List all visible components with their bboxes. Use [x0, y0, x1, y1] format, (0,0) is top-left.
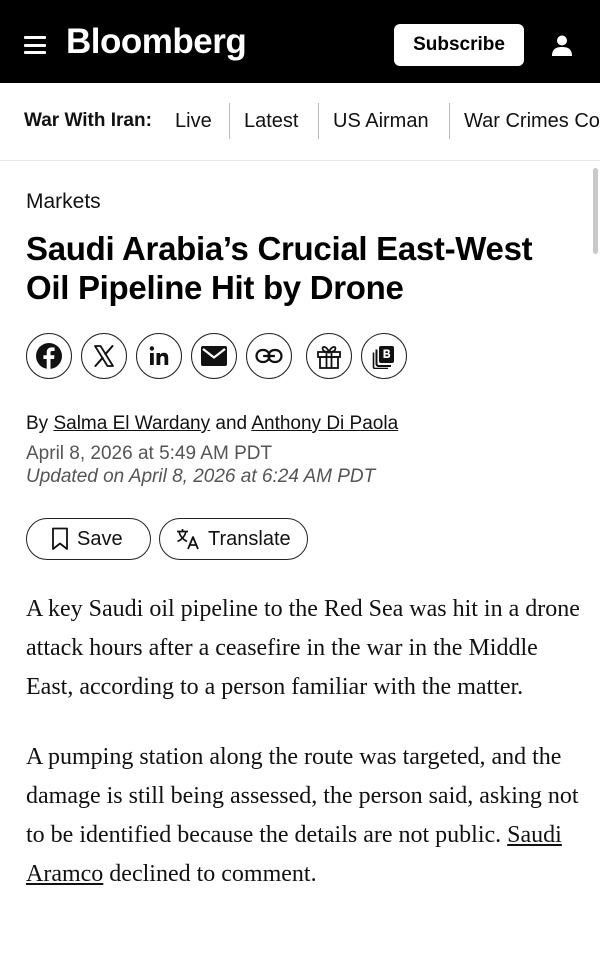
byline-joiner: and — [215, 413, 248, 434]
bookmark-icon — [51, 527, 69, 551]
hamburger-menu-icon[interactable] — [24, 36, 46, 54]
terminal-button[interactable] — [361, 333, 407, 379]
gift-icon — [317, 345, 341, 369]
facebook-icon — [36, 343, 62, 369]
article-body: A key Saudi oil pipeline to the Red Sea … — [26, 590, 586, 925]
bloomberg-terminal-icon — [372, 346, 394, 369]
byline-prefix: By — [26, 413, 49, 434]
author-link-salma-el-wardany[interactable]: Salma El Wardany — [53, 413, 210, 434]
user-icon[interactable] — [550, 33, 574, 57]
topic-nav-divider — [229, 103, 230, 139]
topic-nav-divider — [449, 103, 450, 139]
email-share-button[interactable] — [191, 333, 237, 379]
author-link-anthony-di-paola[interactable]: Anthony Di Paola — [251, 413, 398, 434]
save-label: Save — [77, 527, 123, 550]
top-header: Bloomberg Subscribe — [0, 0, 600, 83]
linkedin-share-button[interactable] — [136, 333, 182, 379]
publish-date: April 8, 2026 at 5:49 AM PDT — [26, 443, 273, 464]
bloomberg-logo[interactable]: Bloomberg — [66, 22, 247, 62]
topic-nav-divider — [318, 103, 319, 139]
save-button[interactable]: Save — [26, 518, 151, 560]
article-headline: Saudi Arabia’s Crucial East-West Oil Pip… — [26, 230, 533, 306]
x-icon — [94, 345, 114, 367]
topic-nav-item-latest[interactable]: Latest — [244, 110, 298, 133]
subscribe-button[interactable]: Subscribe — [394, 24, 524, 66]
byline: By Salma El Wardany and Anthony Di Paola — [26, 413, 398, 435]
copy-link-button[interactable] — [246, 333, 292, 379]
link-icon — [255, 348, 283, 364]
x-share-button[interactable] — [81, 333, 127, 379]
topic-nav-title: War With Iran: — [24, 110, 152, 131]
section-label[interactable]: Markets — [26, 190, 101, 214]
updated-date: Updated on April 8, 2026 at 6:24 AM PDT — [26, 466, 376, 487]
gift-article-button[interactable] — [306, 333, 352, 379]
article-paragraph: A key Saudi oil pipeline to the Red Sea … — [26, 596, 580, 700]
article-paragraph: A pumping station along the route was ta… — [26, 738, 586, 894]
topic-nav-bar: War With Iran: Live Latest US Airman War… — [0, 83, 600, 161]
paragraph-text: A pumping station along the route was ta… — [26, 744, 579, 848]
page-scrollbar[interactable] — [593, 168, 598, 254]
translate-label: Translate — [208, 527, 291, 550]
linkedin-icon — [149, 346, 169, 365]
email-icon — [201, 346, 227, 366]
facebook-share-button[interactable] — [26, 333, 72, 379]
topic-nav-item-war-crimes[interactable]: War Crimes Co — [464, 110, 600, 133]
translate-icon — [176, 528, 200, 550]
topic-nav-item-live[interactable]: Live — [175, 110, 212, 133]
topic-nav-item-us-airman[interactable]: US Airman — [333, 110, 429, 133]
translate-button[interactable]: Translate — [159, 518, 308, 560]
paragraph-text: declined to comment. — [109, 861, 317, 887]
